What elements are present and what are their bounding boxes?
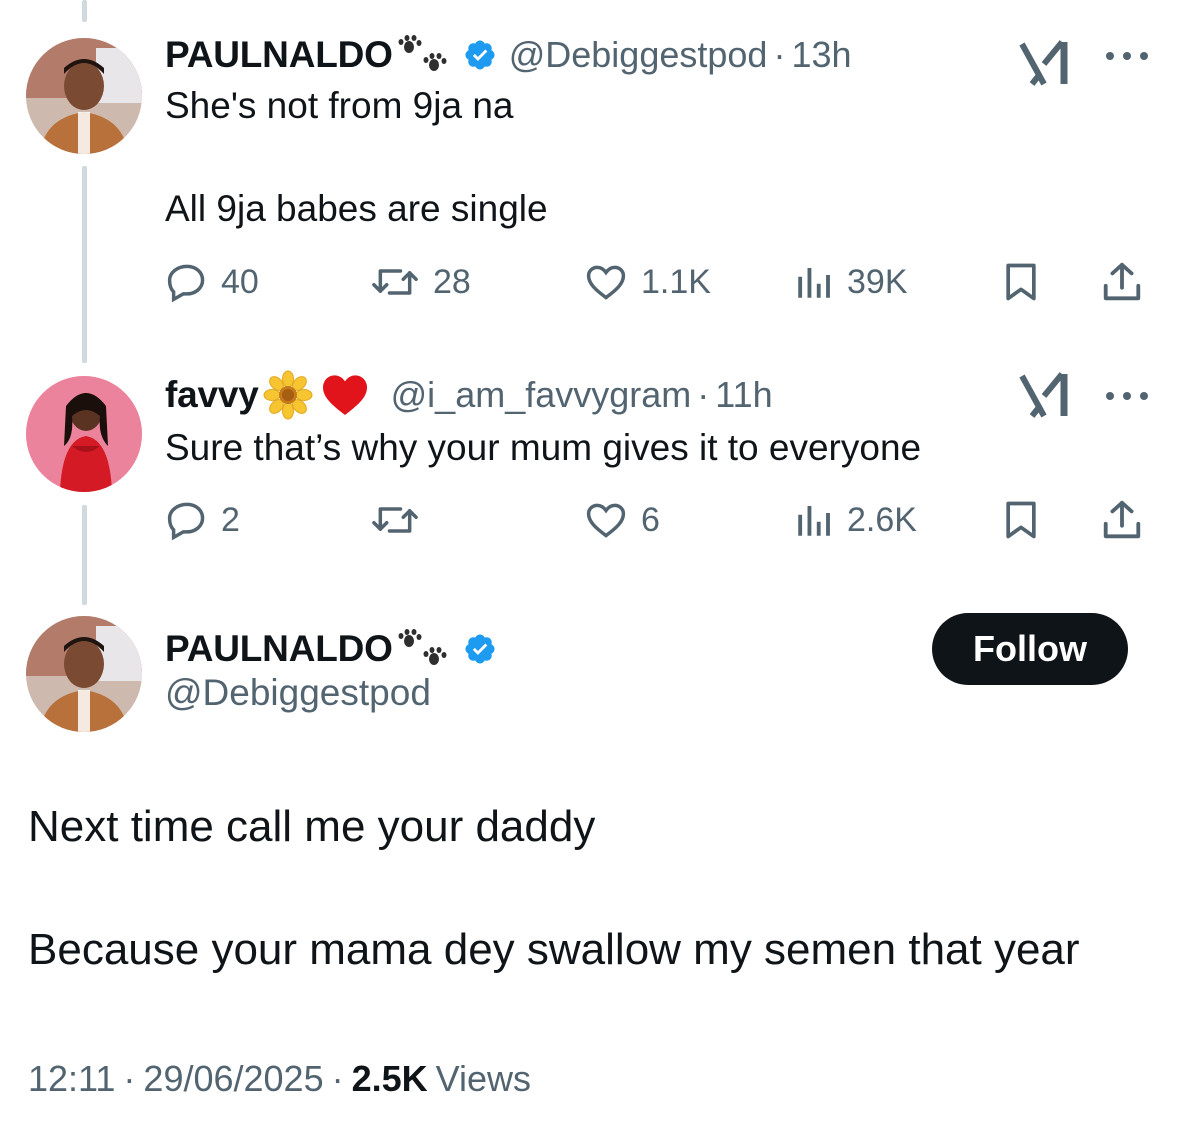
- sunflower-icon: [263, 370, 313, 420]
- share-icon: [1099, 497, 1145, 543]
- separator-dot: ·: [773, 34, 786, 75]
- repost-button[interactable]: 28: [369, 257, 471, 307]
- grok-icon[interactable]: [1018, 38, 1074, 90]
- author-name[interactable]: PAULNALDO: [165, 34, 393, 76]
- views-icon: [793, 498, 835, 542]
- like-button[interactable]: 1.1K: [583, 257, 711, 307]
- red-heart-icon: [321, 373, 369, 417]
- like-icon: [583, 498, 629, 542]
- thread-line-top: [82, 0, 87, 22]
- paw-prints-icon: [397, 35, 449, 75]
- author-handle[interactable]: @Debiggestpod: [165, 672, 431, 714]
- verified-badge-icon: [463, 632, 497, 666]
- more-icon[interactable]: [1104, 389, 1150, 403]
- bookmark-button[interactable]: [999, 257, 1043, 307]
- reply-button[interactable]: 40: [165, 257, 259, 307]
- author-handle[interactable]: @Debiggestpod: [509, 34, 768, 76]
- like-count: 6: [641, 500, 660, 539]
- views-count: 39K: [847, 262, 908, 301]
- main-tweet-text-line: Next time call me your daddy: [28, 802, 596, 851]
- reply-icon: [165, 260, 209, 304]
- repost-icon: [369, 260, 421, 304]
- follow-button[interactable]: Follow: [932, 613, 1128, 685]
- like-icon: [583, 260, 629, 304]
- tweet-time[interactable]: 12:11: [28, 1058, 115, 1100]
- tweet-text-line: She's not from 9ja na: [165, 85, 514, 126]
- tweet-time[interactable]: 11h: [715, 374, 772, 416]
- tweet-actions: 2 6 2.6K: [165, 495, 1145, 545]
- tweet-text-line: Sure that’s why your mum gives it to eve…: [165, 427, 922, 468]
- tweet-date[interactable]: 29/06/2025: [143, 1058, 323, 1100]
- avatar[interactable]: [26, 376, 142, 492]
- tweet-text-line: All 9ja babes are single: [165, 188, 548, 229]
- author-name[interactable]: favvy: [165, 374, 259, 416]
- separator-dot: ·: [123, 1058, 136, 1099]
- repost-icon: [369, 498, 421, 542]
- share-button[interactable]: [1099, 495, 1145, 545]
- views-button[interactable]: 39K: [793, 257, 908, 307]
- thread-line-2: [82, 505, 87, 605]
- views-icon: [793, 260, 835, 304]
- bookmark-icon: [999, 259, 1043, 305]
- reply-button[interactable]: 2: [165, 495, 240, 545]
- thread-line-1: [82, 166, 87, 363]
- tweet-header: PAULNALDO @Debiggestpod · 13h: [165, 30, 852, 80]
- views-count[interactable]: 2.5K: [352, 1058, 428, 1100]
- tweet-actions: 40 28 1.1K 39K: [165, 257, 1145, 307]
- verified-badge-icon: [463, 38, 497, 72]
- author-name[interactable]: PAULNALDO: [165, 628, 393, 670]
- repost-button[interactable]: [369, 495, 433, 545]
- main-tweet-text-line: Because your mama dey swallow my semen t…: [28, 925, 1080, 974]
- like-button[interactable]: 6: [583, 495, 660, 545]
- tweet-header: favvy @i_am_favvygram · 11h: [165, 370, 773, 420]
- views-label: Views: [435, 1058, 532, 1099]
- avatar[interactable]: [26, 38, 142, 154]
- views-count: 2.6K: [847, 500, 917, 539]
- like-count: 1.1K: [641, 262, 711, 301]
- share-icon: [1099, 259, 1145, 305]
- more-icon[interactable]: [1104, 49, 1150, 63]
- main-author-row: PAULNALDO: [165, 624, 497, 674]
- views-button[interactable]: 2.6K: [793, 495, 917, 545]
- reply-count: 40: [221, 262, 259, 301]
- grok-icon[interactable]: [1018, 370, 1074, 422]
- avatar[interactable]: [26, 616, 142, 732]
- tweet-time[interactable]: 13h: [791, 34, 851, 76]
- reply-count: 2: [221, 500, 240, 539]
- bookmark-button[interactable]: [999, 495, 1043, 545]
- separator-dot: ·: [331, 1058, 344, 1099]
- repost-count: 28: [433, 262, 471, 301]
- bookmark-icon: [999, 497, 1043, 543]
- paw-prints-icon: [397, 629, 449, 669]
- author-handle[interactable]: @i_am_favvygram: [391, 374, 692, 416]
- reply-icon: [165, 498, 209, 542]
- share-button[interactable]: [1099, 257, 1145, 307]
- tweet-meta: 12:11 · 29/06/2025 · 2.5K Views: [28, 1058, 531, 1100]
- separator-dot: ·: [697, 374, 710, 415]
